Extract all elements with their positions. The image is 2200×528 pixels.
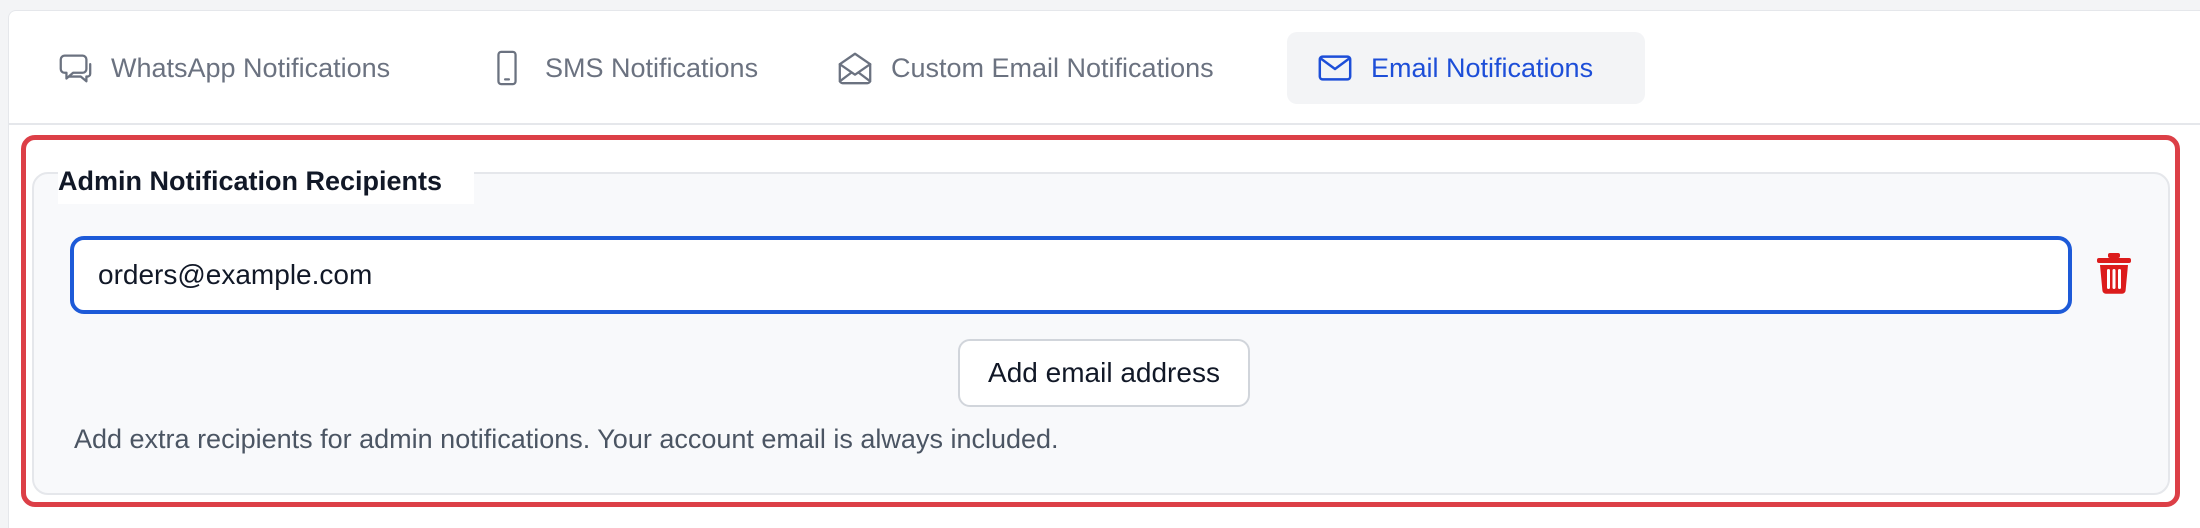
chat-bubble-icon xyxy=(55,48,95,88)
tab-sms-notifications[interactable]: SMS Notifications xyxy=(487,32,758,104)
tab-custom-email-notifications[interactable]: Custom Email Notifications xyxy=(835,32,1214,104)
tab-label: Email Notifications xyxy=(1371,52,1594,83)
highlight-outline xyxy=(21,135,2180,507)
phone-icon xyxy=(487,48,527,88)
tab-email-notifications[interactable]: Email Notifications xyxy=(1287,32,1645,104)
tab-label: Custom Email Notifications xyxy=(891,52,1214,83)
envelope-icon xyxy=(1315,48,1355,88)
tab-label: SMS Notifications xyxy=(545,52,759,83)
tab-label: WhatsApp Notifications xyxy=(111,52,391,83)
envelope-open-icon xyxy=(835,48,875,88)
tab-whatsapp-notifications[interactable]: WhatsApp Notifications xyxy=(55,32,390,104)
tab-bar: WhatsApp Notifications SMS Notifications… xyxy=(9,11,2200,125)
